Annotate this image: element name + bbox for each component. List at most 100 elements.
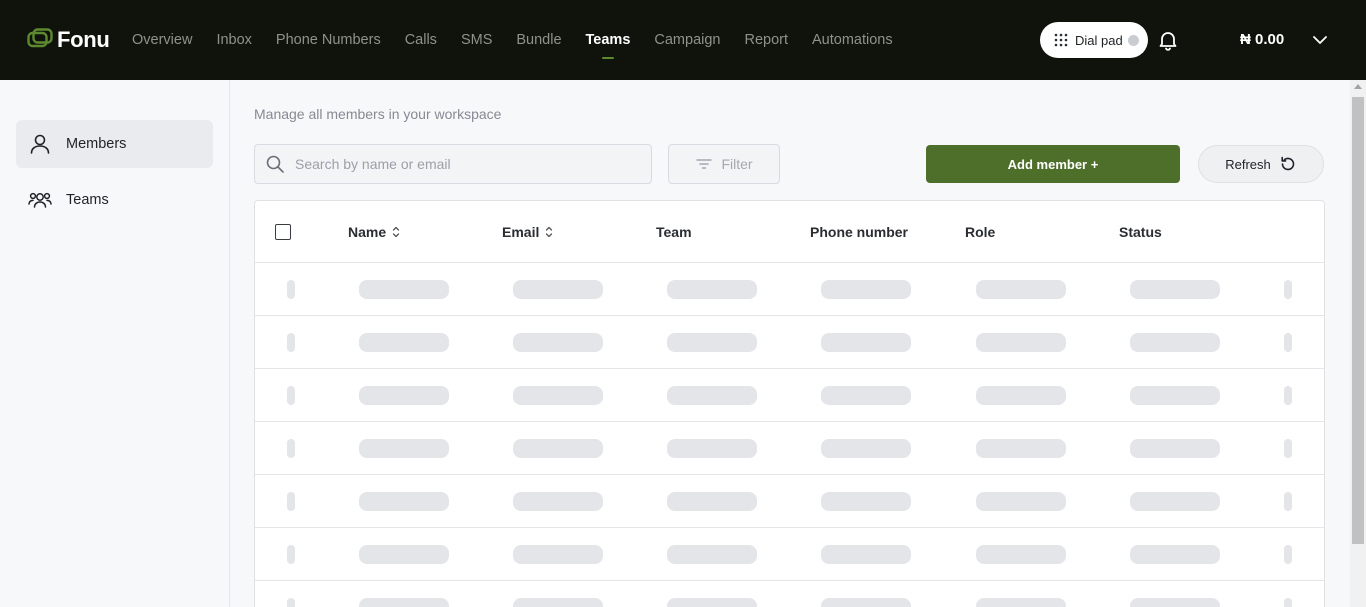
table-row-skeleton [255,581,1324,607]
chevron-down-icon[interactable] [1311,33,1329,52]
table-row-skeleton [255,369,1324,422]
table-row-skeleton [255,316,1324,369]
skeleton-cell [513,439,603,458]
filter-button[interactable]: Filter [668,144,780,184]
skeleton-cell [821,545,911,564]
skeleton-cell [1130,386,1220,405]
nav-item-teams[interactable]: Teams [586,32,631,48]
search-box[interactable] [254,144,652,184]
skeleton-checkbox [287,386,295,405]
main-nav: Overview Inbox Phone Numbers Calls SMS B… [132,0,917,80]
nav-item-overview[interactable]: Overview [132,32,192,48]
skeleton-cell [821,280,911,299]
skeleton-cell [513,386,603,405]
skeleton-cell [667,598,757,607]
skeleton-cell [513,545,603,564]
skeleton-cell [976,545,1066,564]
wallet-balance: ₦ 0.00 [1240,31,1285,48]
table-header: Name Email Team Phone number Role Status [255,201,1324,263]
dial-pad-label: Dial pad [1075,32,1123,48]
nav-item-automations[interactable]: Automations [812,32,893,48]
filter-label: Filter [721,156,753,172]
page-scrollbar[interactable] [1350,80,1366,607]
users-group-icon [28,192,52,208]
dialpad-grid-icon [1054,33,1068,47]
column-header-status: Status [1119,224,1162,240]
column-header-name[interactable]: Name [348,224,400,240]
skeleton-action [1284,439,1292,458]
skeleton-cell [976,280,1066,299]
scroll-up-arrow-icon[interactable] [1354,84,1362,89]
skeleton-action [1284,598,1292,607]
skeleton-checkbox [287,439,295,458]
skeleton-cell [976,333,1066,352]
sidebar-item-label: Members [66,136,127,152]
sort-icon [392,226,400,238]
nav-item-inbox[interactable]: Inbox [216,32,251,48]
add-member-button[interactable]: Add member + [926,145,1180,183]
sidebar-item-label: Teams [66,192,109,208]
nav-item-bundle[interactable]: Bundle [516,32,561,48]
column-header-team: Team [656,224,692,240]
table-row-skeleton [255,475,1324,528]
skeleton-action [1284,545,1292,564]
skeleton-cell [1130,280,1220,299]
fonu-logo[interactable]: Fonu [27,27,110,53]
column-header-label: Email [502,224,540,240]
status-dot [1127,34,1139,46]
skeleton-cell [821,492,911,511]
skeleton-cell [1130,333,1220,352]
skeleton-action [1284,386,1292,405]
sidebar-item-members[interactable]: Members [16,120,213,168]
dial-pad-button[interactable]: Dial pad [1040,22,1148,58]
app-name: Fonu [57,27,110,52]
column-header-email[interactable]: Email [502,224,553,240]
bell-icon[interactable] [1156,28,1180,57]
sidebar-item-teams[interactable]: Teams [16,176,213,224]
skeleton-cell [821,333,911,352]
skeleton-cell [359,439,449,458]
select-all-checkbox[interactable] [275,224,291,240]
skeleton-cell [821,598,911,607]
skeleton-cell [976,386,1066,405]
refresh-button[interactable]: Refresh [1198,145,1324,183]
skeleton-cell [667,545,757,564]
skeleton-cell [667,280,757,299]
page-subtitle: Manage all members in your workspace [254,106,502,122]
skeleton-cell [359,333,449,352]
skeleton-cell [1130,439,1220,458]
refresh-label: Refresh [1225,156,1271,172]
skeleton-cell [821,439,911,458]
sort-icon [546,226,553,238]
refresh-icon [1281,156,1295,171]
skeleton-cell [821,386,911,405]
nav-item-report[interactable]: Report [744,32,788,48]
skeleton-cell [359,386,449,405]
skeleton-action [1284,280,1292,299]
nav-item-campaign[interactable]: Campaign [654,32,720,48]
skeleton-cell [1130,545,1220,564]
table-row-skeleton [255,263,1324,316]
skeleton-action [1284,492,1292,511]
skeleton-cell [667,333,757,352]
skeleton-checkbox [287,545,295,564]
skeleton-action [1284,333,1292,352]
skeleton-cell [667,386,757,405]
skeleton-cell [976,598,1066,607]
table-row-skeleton [255,528,1324,581]
user-icon [30,134,50,154]
column-header-role: Role [965,224,996,240]
sidebar: Members Teams [0,80,230,607]
nav-item-calls[interactable]: Calls [405,32,437,48]
skeleton-cell [359,280,449,299]
nav-item-phone-numbers[interactable]: Phone Numbers [276,32,381,48]
table-row-skeleton [255,422,1324,475]
skeleton-checkbox [287,280,295,299]
search-input[interactable] [295,156,625,172]
skeleton-cell [667,492,757,511]
skeleton-checkbox [287,598,295,607]
skeleton-cell [513,598,603,607]
scrollbar-thumb[interactable] [1352,97,1364,544]
nav-item-sms[interactable]: SMS [461,32,492,48]
skeleton-checkbox [287,333,295,352]
